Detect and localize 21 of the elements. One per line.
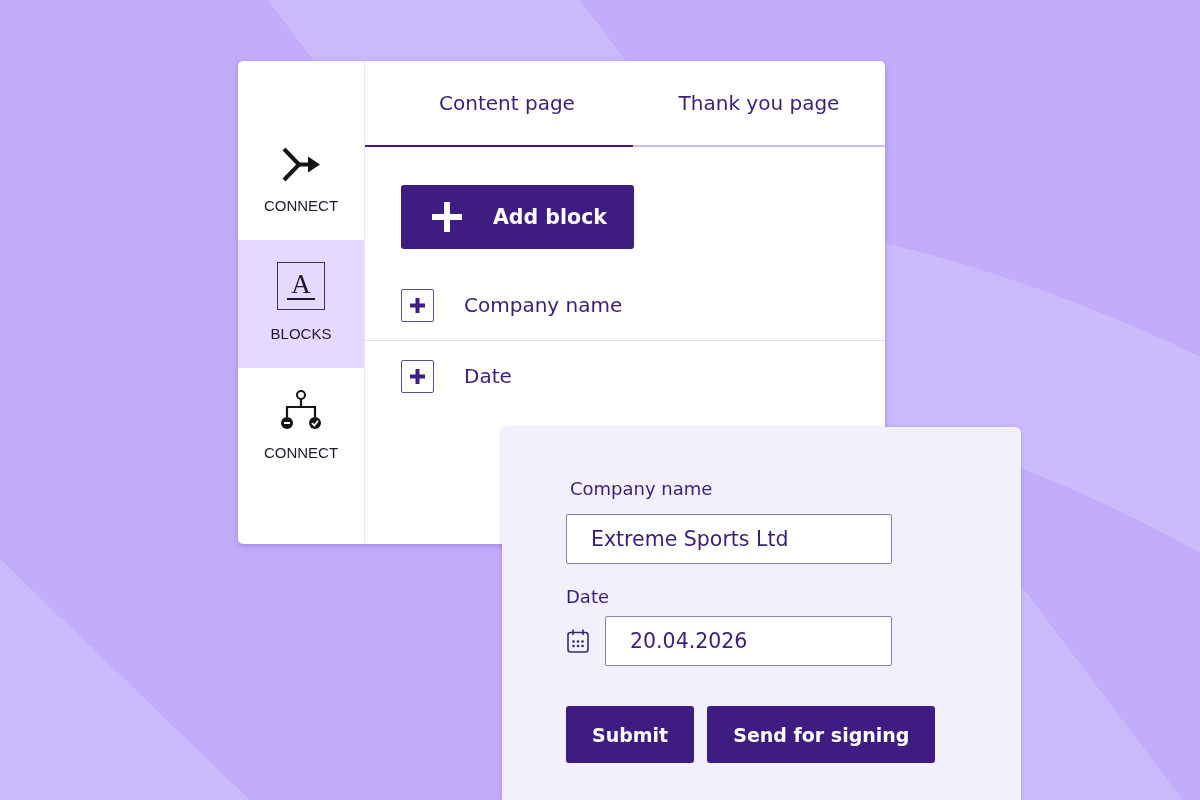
add-block-button[interactable]: Add block <box>401 185 634 249</box>
sidebar-item[interactable]: CONNECT <box>238 125 364 240</box>
field-label: Company name <box>570 478 713 500</box>
tab[interactable]: Content page <box>365 61 633 147</box>
plus-box-icon <box>401 359 434 393</box>
plus-box-icon <box>401 288 434 322</box>
action-button[interactable]: Send for signing <box>707 706 936 763</box>
tab[interactable]: Thank you page <box>633 61 885 147</box>
field-label: Date <box>566 586 610 608</box>
calendar-icon <box>567 629 589 653</box>
action-button[interactable]: Submit <box>566 706 695 763</box>
input-field[interactable]: Extreme Sports Ltd <box>566 514 892 564</box>
text-style-icon: A <box>277 262 325 310</box>
hierarchy-icon <box>281 390 321 429</box>
sidebar-item[interactable]: A BLOCKS <box>238 240 364 368</box>
block-list-item[interactable]: Company name <box>365 270 885 340</box>
plus-icon <box>432 202 462 232</box>
sidebar-item[interactable]: CONNECT <box>238 368 364 487</box>
block-list-item[interactable]: Date <box>365 340 885 411</box>
date-input-field[interactable]: 20.04.2026 <box>605 616 892 666</box>
merge-arrow-icon <box>282 147 320 182</box>
